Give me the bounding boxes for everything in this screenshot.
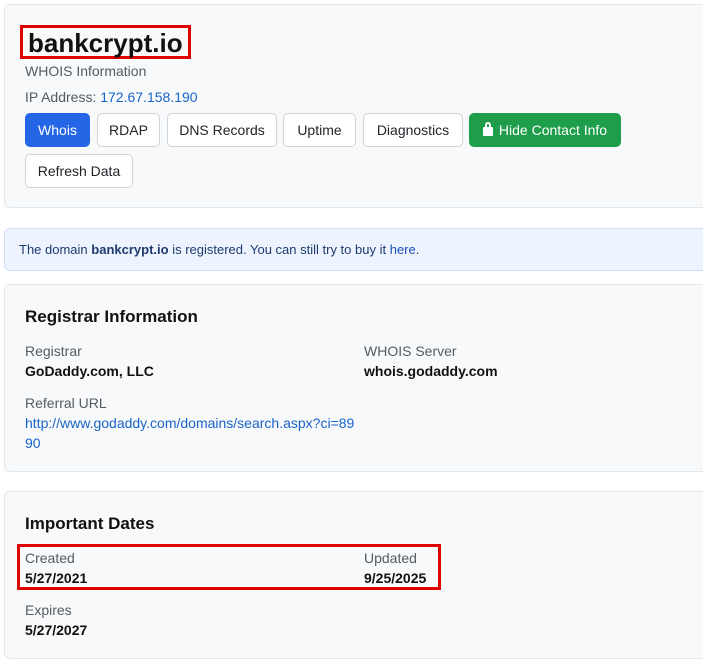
domain-header-card: bankcrypt.io WHOIS Information IP Addres… xyxy=(4,4,703,208)
tab-diagnostics[interactable]: Diagnostics xyxy=(363,113,463,147)
page-subtitle: WHOIS Information xyxy=(25,63,147,79)
created-value: 5/27/2021 xyxy=(25,570,88,586)
tab-rdap[interactable]: RDAP xyxy=(97,113,160,147)
registrar-information-card: Registrar Information Registrar GoDaddy.… xyxy=(4,284,703,472)
ip-address-line: IP Address: 172.67.158.190 xyxy=(25,89,198,105)
expires-label: Expires xyxy=(25,602,72,618)
refresh-data-button[interactable]: Refresh Data xyxy=(25,154,133,188)
ip-address-label: IP Address: xyxy=(25,89,97,105)
alert-middle: is registered. You can still try to buy … xyxy=(172,242,387,257)
updated-value: 9/25/2025 xyxy=(364,570,427,586)
dates-section-title: Important Dates xyxy=(25,514,155,533)
alert-suffix: . xyxy=(415,242,420,257)
hide-contact-info-label: Hide Contact Info xyxy=(498,122,608,138)
expires-value: 5/27/2027 xyxy=(25,622,88,638)
referral-url-link[interactable]: http://www.godaddy.com/domains/search.as… xyxy=(25,413,355,453)
registrar-value: GoDaddy.com, LLC xyxy=(25,363,154,379)
registrar-label: Registrar xyxy=(25,343,82,359)
registration-alert: The domain bankcrypt.io is registered. Y… xyxy=(4,228,703,271)
tab-whois[interactable]: Whois xyxy=(25,113,90,147)
registrar-section-title: Registrar Information xyxy=(25,307,198,326)
domain-title: bankcrypt.io xyxy=(20,25,191,59)
alert-domain: bankcrypt.io xyxy=(91,242,169,257)
important-dates-card: Important Dates Created 5/27/2021 Update… xyxy=(4,491,703,659)
tab-dns-records[interactable]: DNS Records xyxy=(167,113,277,147)
updated-label: Updated xyxy=(364,550,417,566)
alert-prefix: The domain xyxy=(19,242,88,257)
hide-contact-info-button[interactable]: Hide Contact Info xyxy=(469,113,621,147)
alert-buy-link[interactable]: here xyxy=(390,242,416,257)
referral-url-label: Referral URL xyxy=(25,395,107,411)
whois-server-label: WHOIS Server xyxy=(364,343,457,359)
ip-address-link[interactable]: 172.67.158.190 xyxy=(100,89,197,105)
lock-icon xyxy=(482,122,493,136)
whois-server-value: whois.godaddy.com xyxy=(364,363,498,379)
created-label: Created xyxy=(25,550,75,566)
tab-uptime[interactable]: Uptime xyxy=(283,113,356,147)
